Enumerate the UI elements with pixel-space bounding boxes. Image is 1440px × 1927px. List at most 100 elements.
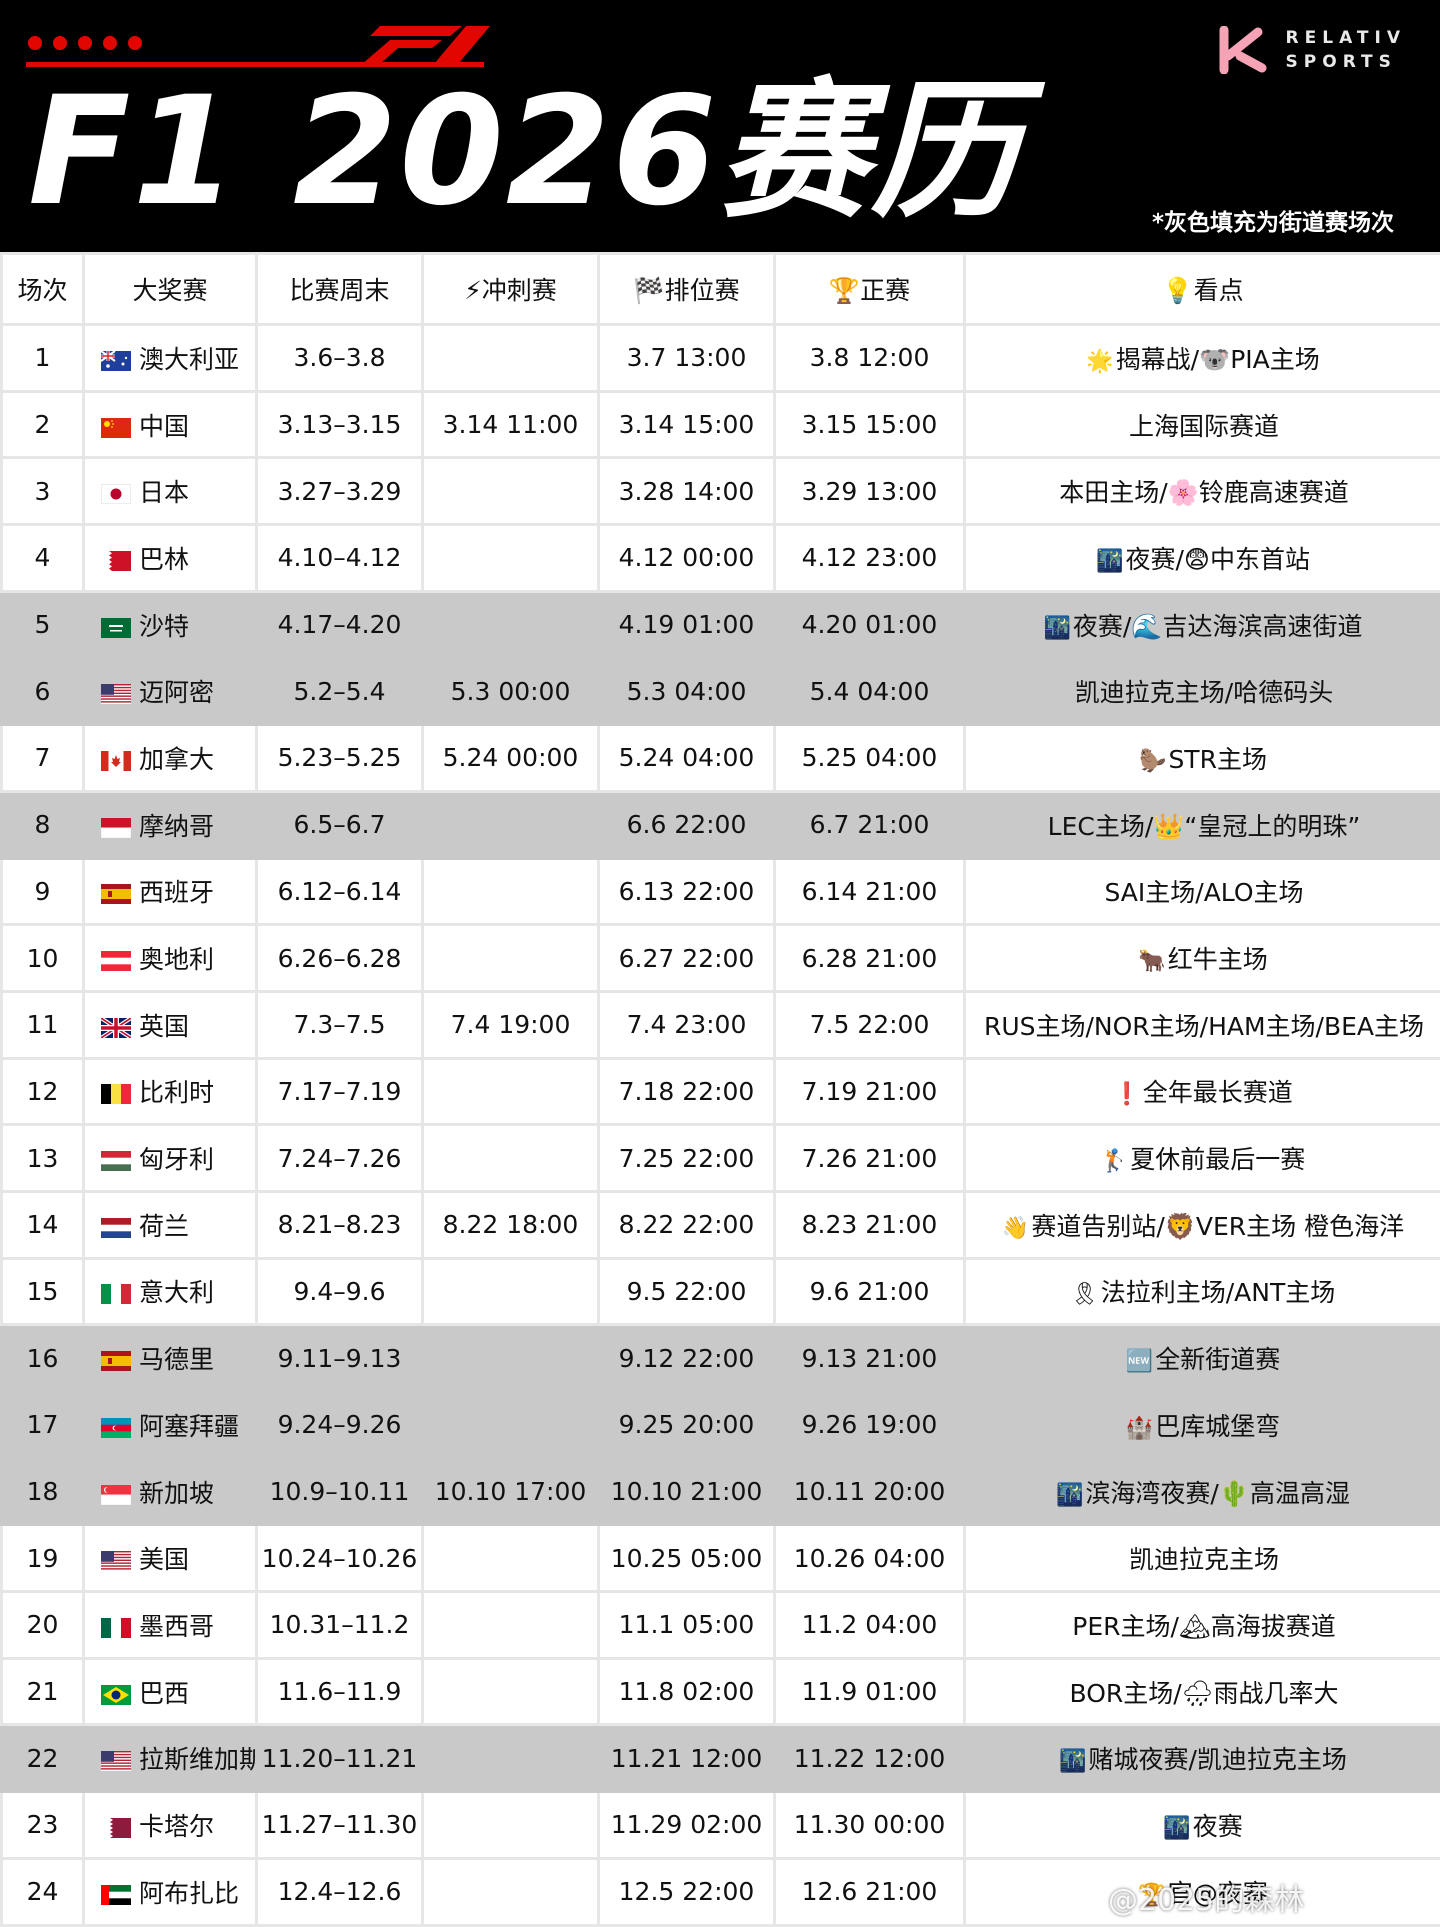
table-row: 19美国10.24–10.2610.25 05:0010.26 04:00凯迪拉… <box>2 1525 1440 1592</box>
race-weekend: 5.2–5.4 <box>257 658 423 725</box>
col-race: 🏆正赛 <box>775 254 965 325</box>
round-number: 13 <box>2 1125 84 1192</box>
race-time: 11.30 00:00 <box>775 1792 965 1859</box>
qualifying-time: 10.10 21:00 <box>599 1458 775 1525</box>
spain-flag-icon <box>101 1345 139 1374</box>
sprint-time <box>423 1792 599 1859</box>
canada-flag-icon <box>101 745 139 774</box>
page-header: RELATIV SPORTS F1 2026赛历 *灰色填充为街道赛场次 <box>0 0 1440 252</box>
table-row: 7加拿大5.23–5.255.24 00:005.24 04:005.25 04… <box>2 725 1440 792</box>
race-weekend: 10.24–10.26 <box>257 1525 423 1592</box>
highlight-cell: 🏌夏休前最后一赛 <box>965 1125 1440 1192</box>
qualifying-time: 6.27 22:00 <box>599 925 775 992</box>
checkered-flag-icon: 🏁 <box>633 276 664 305</box>
col-highlights: 💡看点 <box>965 254 1440 325</box>
qualifying-time: 3.7 13:00 <box>599 325 775 392</box>
grand-prix-cell: 日本 <box>84 458 257 525</box>
decor-dots <box>28 36 142 50</box>
belgium-flag-icon <box>101 1078 139 1107</box>
highlight-cell: LEC主场/👑“皇冠上的明珠” <box>965 791 1440 858</box>
race-weekend: 6.26–6.28 <box>257 925 423 992</box>
highlight-text: STR主场 <box>1168 745 1267 774</box>
grand-prix-name: 摩纳哥 <box>139 812 214 841</box>
usa-flag-icon <box>101 1545 139 1574</box>
grand-prix-cell: 阿布扎比 <box>84 1858 257 1925</box>
sprint-time <box>423 325 599 392</box>
table-row: 16马德里9.11–9.139.12 22:009.13 21:00🆕全新街道赛 <box>2 1325 1440 1392</box>
highlight-text: 凯迪拉克主场/哈德码头 <box>1075 678 1333 707</box>
round-number: 14 <box>2 1191 84 1258</box>
brand-line1: RELATIV <box>1286 26 1406 50</box>
table-row: 1澳大利亚3.6–3.83.7 13:003.8 12:00🌟揭幕战/🐨PIA主… <box>2 325 1440 392</box>
race-time: 9.26 19:00 <box>775 1392 965 1459</box>
sprint-time <box>423 1392 599 1459</box>
highlight-cell: 凯迪拉克主场 <box>965 1525 1440 1592</box>
highlight-cell: PER主场/🏔高海拔赛道 <box>965 1592 1440 1659</box>
race-time: 11.22 12:00 <box>775 1725 965 1792</box>
race-time: 3.15 15:00 <box>775 391 965 458</box>
race-weekend: 12.4–12.6 <box>257 1858 423 1925</box>
highlight-emoji-icon: 🌃 <box>1059 1749 1086 1774</box>
race-weekend: 5.23–5.25 <box>257 725 423 792</box>
qualifying-time: 3.28 14:00 <box>599 458 775 525</box>
table-row: 5沙特4.17–4.204.19 01:004.20 01:00🌃夜赛/🌊吉达海… <box>2 591 1440 658</box>
qualifying-time: 9.5 22:00 <box>599 1258 775 1325</box>
calendar-table: 场次 大奖赛 比赛周末 ⚡冲刺赛 🏁排位赛 🏆正赛 💡看点 1澳大利亚3.6–3… <box>0 252 1440 1927</box>
race-weekend: 9.24–9.26 <box>257 1392 423 1459</box>
highlight-text: 本田主场/🌸铃鹿高速赛道 <box>1059 478 1349 507</box>
highlight-text: 全新街道赛 <box>1155 1345 1280 1374</box>
table-row: 14荷兰8.21–8.238.22 18:008.22 22:008.23 21… <box>2 1191 1440 1258</box>
round-number: 20 <box>2 1592 84 1659</box>
grand-prix-cell: 奥地利 <box>84 925 257 992</box>
sprint-time: 5.24 00:00 <box>423 725 599 792</box>
race-weekend: 4.10–4.12 <box>257 525 423 592</box>
sprint-time <box>423 1525 599 1592</box>
highlight-text: 官@夜赛 <box>1168 1879 1268 1908</box>
china-flag-icon <box>101 412 139 441</box>
round-number: 15 <box>2 1258 84 1325</box>
race-time: 10.11 20:00 <box>775 1458 965 1525</box>
round-number: 3 <box>2 458 84 525</box>
lightning-icon: ⚡ <box>464 276 482 305</box>
grand-prix-cell: 拉斯维加斯 <box>84 1725 257 1792</box>
highlight-cell: 凯迪拉克主场/哈德码头 <box>965 658 1440 725</box>
table-row: 11英国7.3–7.57.4 19:007.4 23:007.5 22:00RU… <box>2 991 1440 1058</box>
highlight-cell: 上海国际赛道 <box>965 391 1440 458</box>
relativ-sports-logo: RELATIV SPORTS <box>1218 26 1406 74</box>
highlight-emoji-icon: 🦫 <box>1139 749 1166 774</box>
highlight-emoji-icon: 🌃 <box>1163 1816 1190 1841</box>
highlight-text: PER主场/🏔高海拔赛道 <box>1072 1612 1335 1641</box>
sprint-time: 3.14 11:00 <box>423 391 599 458</box>
col-qualifying: 🏁排位赛 <box>599 254 775 325</box>
highlight-emoji-icon: ❗ <box>1113 1082 1140 1107</box>
highlight-cell: 🌃赌城夜赛/凯迪拉克主场 <box>965 1725 1440 1792</box>
highlight-cell: 🌟揭幕战/🐨PIA主场 <box>965 325 1440 392</box>
grand-prix-name: 意大利 <box>139 1278 214 1307</box>
race-time: 9.6 21:00 <box>775 1258 965 1325</box>
grand-prix-cell: 沙特 <box>84 591 257 658</box>
grand-prix-name: 荷兰 <box>139 1212 189 1241</box>
race-time: 12.6 21:00 <box>775 1858 965 1925</box>
round-number: 2 <box>2 391 84 458</box>
qualifying-time: 7.4 23:00 <box>599 991 775 1058</box>
sprint-time <box>423 858 599 925</box>
bahrain-flag-icon <box>101 545 139 574</box>
grand-prix-cell: 英国 <box>84 991 257 1058</box>
race-time: 11.2 04:00 <box>775 1592 965 1659</box>
table-header-row: 场次 大奖赛 比赛周末 ⚡冲刺赛 🏁排位赛 🏆正赛 💡看点 <box>2 254 1440 325</box>
col-grand-prix: 大奖赛 <box>84 254 257 325</box>
round-number: 18 <box>2 1458 84 1525</box>
grand-prix-cell: 西班牙 <box>84 858 257 925</box>
highlight-emoji-icon: 🐂 <box>1138 949 1165 974</box>
race-time: 7.19 21:00 <box>775 1058 965 1125</box>
sprint-time <box>423 1058 599 1125</box>
race-weekend: 4.17–4.20 <box>257 591 423 658</box>
round-number: 8 <box>2 791 84 858</box>
highlight-text: 凯迪拉克主场 <box>1129 1545 1279 1574</box>
qualifying-time: 3.14 15:00 <box>599 391 775 458</box>
race-time: 11.9 01:00 <box>775 1658 965 1725</box>
grand-prix-name: 新加坡 <box>139 1479 214 1508</box>
highlight-cell: 👋赛道告别站/🦁VER主场 橙色海洋 <box>965 1191 1440 1258</box>
table-row: 3日本3.27–3.293.28 14:003.29 13:00本田主场/🌸铃鹿… <box>2 458 1440 525</box>
grand-prix-cell: 巴林 <box>84 525 257 592</box>
